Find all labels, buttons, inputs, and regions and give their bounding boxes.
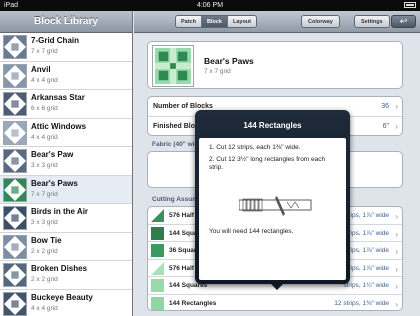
sidebar-item[interactable]: Buckeye Beauty 4 x 4 grid [0, 290, 132, 316]
sidebar-item[interactable]: Broken Dishes 2 x 2 grid [0, 261, 132, 290]
number-of-blocks-label: Number of Blocks [153, 103, 213, 110]
block-thumbnail [3, 149, 27, 173]
block-thumbnail [3, 263, 27, 287]
tab-block[interactable]: Block [201, 16, 228, 27]
block-grid-size: 7 x 7 grid [31, 48, 58, 55]
block-grid-size: 3 x 3 grid [31, 219, 58, 226]
sidebar-item[interactable]: Anvil 4 x 4 grid [0, 62, 132, 90]
colorway-button[interactable]: Colorway [301, 15, 340, 28]
cut-step-1: 1. Cut 12 strips, each 1⅜" wide. [209, 144, 301, 151]
block-library-sidebar: Block Library 7-Grid Chain 7 x 7 grid Anvi… [0, 11, 133, 316]
strip-description: strips, 1⅞" wide [343, 264, 389, 272]
cutting-row[interactable]: 144 Rectangles 12 strips, 1⅜" wide › [148, 295, 402, 311]
sidebar-item[interactable]: Bear's Paw 3 x 3 grid [0, 147, 132, 176]
block-thumbnail [3, 63, 27, 88]
block-grid-size: 4 x 4 grid [31, 76, 58, 84]
block-thumbnail [3, 206, 27, 230]
block-name: Broken Dishes [31, 264, 88, 273]
cutting-instructions-popover: 144 Rectangles 1. Cut 12 strips, each 1⅜… [195, 110, 350, 284]
block-name: 7-Grid Chain [31, 36, 80, 45]
sidebar-item[interactable]: Bow Tie 2 x 2 grid [0, 233, 132, 261]
chevron-right-icon: › [395, 264, 398, 274]
strip-description: strips, 1⅞" wide [343, 212, 389, 219]
block-grid-size: 7 x 7 grid [31, 190, 58, 198]
finished-block-size-value: 6" [382, 123, 389, 130]
bears-paws-thumbnail [152, 45, 194, 87]
block-header: Bear's Paws 7 x 7 grid [147, 41, 403, 89]
block-title: Bear's Paws [204, 56, 254, 66]
block-list: 7-Grid Chain 7 x 7 grid Anvil 4 x 4 grid Ark… [0, 33, 132, 316]
block-thumbnail [3, 291, 27, 316]
strip-description: strips, 1⅞" wide [343, 229, 389, 237]
block-grid-size: 2 x 2 grid [31, 276, 58, 283]
fabric-swatch [151, 244, 164, 257]
block-name: Arkansas Star [31, 93, 85, 102]
settings-button[interactable]: Settings [354, 15, 390, 28]
block-thumbnail [3, 35, 27, 59]
block-grid: 7 x 7 grid [204, 68, 231, 75]
tab-patch[interactable]: Patch [176, 16, 202, 27]
sidebar-title: Block Library [0, 11, 132, 33]
tab-layout[interactable]: Layout [227, 16, 256, 27]
cutting-illustration [238, 190, 314, 220]
block-grid-size: 4 x 4 grid [31, 133, 58, 141]
strip-description: strips, 1⅞" wide [343, 247, 389, 254]
block-thumbnail [3, 177, 27, 202]
popover-title: 144 Rectangles [243, 121, 302, 130]
sidebar-item[interactable]: 7-Grid Chain 7 x 7 grid [0, 33, 132, 62]
fabric-swatch [151, 261, 164, 275]
status-bar: iPad 4:06 PM [0, 0, 420, 11]
block-thumbnail [3, 92, 27, 116]
block-name: Bow Tie [31, 235, 62, 245]
fabric-swatch [151, 296, 164, 310]
sidebar-item[interactable]: Attic Windows 4 x 4 grid [0, 119, 132, 147]
chevron-right-icon: › [395, 229, 398, 239]
fabric-swatch [151, 209, 164, 222]
clock: 4:06 PM [196, 2, 224, 9]
popover-summary: You will need 144 rectangles. [209, 228, 294, 235]
strip-description: strips, 1¼" wide [343, 282, 389, 289]
fabric-swatch [151, 226, 164, 240]
chevron-right-icon: › [395, 212, 398, 221]
chevron-right-icon: › [395, 122, 398, 131]
chevron-right-icon: › [395, 247, 398, 256]
chevron-right-icon: › [395, 282, 398, 291]
toolbar: Patch Block Layout Colorway Settings ↩ [134, 11, 420, 33]
block-grid-size: 6 x 6 grid [31, 105, 58, 112]
block-grid-size: 2 x 2 grid [31, 247, 58, 255]
sidebar-item[interactable]: Birds in the Air 3 x 3 grid [0, 204, 132, 233]
block-thumbnail [3, 234, 27, 259]
fabric-swatch [151, 279, 164, 292]
cut-step-2: 2. Cut 12 3½" long rectangles from each … [209, 156, 326, 171]
back-arrow-icon[interactable]: ↩ [391, 15, 416, 28]
block-name: Bear's Paws [31, 178, 78, 188]
block-name: Bear's Paw [31, 150, 74, 159]
view-segmented-control: Patch Block Layout [175, 15, 257, 28]
block-thumbnail [3, 120, 27, 145]
number-of-blocks-value: 36 [381, 103, 389, 110]
block-grid-size: 3 x 3 grid [31, 162, 58, 169]
popover-arrow [270, 283, 284, 290]
block-name: Anvil [31, 64, 51, 74]
popover-body: 1. Cut 12 strips, each 1⅜" wide. 2. Cut … [199, 138, 346, 280]
block-name: Birds in the Air [31, 207, 89, 216]
block-name: Buckeye Beauty [31, 292, 93, 302]
chevron-right-icon: › [395, 299, 398, 309]
strip-description: 12 strips, 1⅜" wide [334, 299, 389, 307]
sidebar-item[interactable]: Bear's Paws 7 x 7 grid [0, 175, 132, 204]
block-name: Attic Windows [31, 121, 87, 131]
block-grid-size: 4 x 4 grid [31, 304, 58, 312]
piece-label: 144 Rectangles [169, 299, 217, 307]
battery-icon [402, 0, 416, 11]
sidebar-item[interactable]: Arkansas Star 6 x 6 grid [0, 90, 132, 119]
chevron-right-icon: › [395, 102, 398, 111]
ipad-screen: iPad 4:06 PM Block Library 7-Grid Chain 7… [0, 0, 420, 316]
